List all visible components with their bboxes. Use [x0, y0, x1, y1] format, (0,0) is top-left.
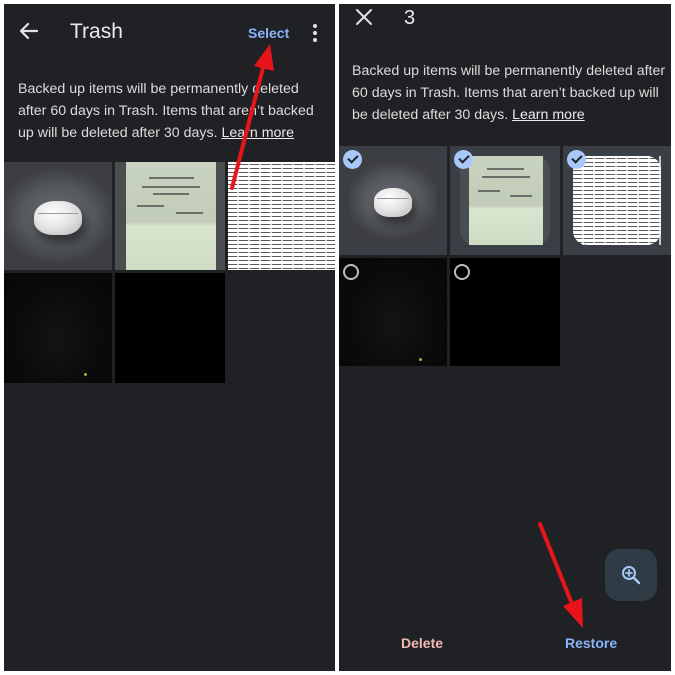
restore-button[interactable]: Restore	[565, 635, 617, 651]
delete-button[interactable]: Delete	[401, 635, 443, 651]
photo-tile-text-document[interactable]	[228, 162, 335, 270]
selected-count: 3	[404, 7, 416, 29]
selection-header: 3	[339, 4, 671, 46]
page-title: Trash	[70, 20, 123, 43]
trash-selection-screen: 3 Backed up items will be permanently de…	[339, 4, 671, 671]
zoom-button[interactable]	[605, 549, 657, 601]
back-button[interactable]	[16, 18, 42, 44]
unselected-circle-icon[interactable]	[454, 264, 470, 280]
comparison-frame: Trash Select Backed up items will be per…	[0, 0, 675, 675]
learn-more-link[interactable]: Learn more	[512, 107, 585, 123]
learn-more-link[interactable]: Learn more	[222, 125, 295, 141]
selected-check-icon[interactable]	[343, 150, 362, 169]
photo-tile-earbuds[interactable]	[339, 146, 447, 255]
close-button[interactable]	[353, 6, 375, 28]
earbuds-photo	[4, 162, 112, 270]
photo-tile-dark[interactable]	[339, 258, 447, 366]
trash-info-text: Backed up items will be permanently dele…	[352, 63, 666, 123]
close-icon	[356, 9, 372, 25]
dark-photo	[4, 273, 112, 383]
paper-photo	[460, 156, 550, 245]
select-button[interactable]: Select	[248, 25, 289, 41]
photo-tile-text-document[interactable]	[563, 146, 671, 255]
text-document-photo	[573, 156, 661, 245]
more-options-button[interactable]	[307, 22, 323, 44]
text-document-photo	[228, 162, 335, 270]
selected-check-icon[interactable]	[567, 150, 586, 169]
arrow-left-icon	[19, 22, 39, 40]
photo-tile-black[interactable]	[115, 273, 225, 383]
paper-photo	[115, 162, 225, 270]
trash-info: Backed up items will be permanently dele…	[352, 60, 666, 126]
trash-screen: Trash Select Backed up items will be per…	[4, 4, 335, 671]
photo-tile-black[interactable]	[450, 258, 560, 366]
more-vertical-icon	[313, 24, 317, 28]
selected-check-icon[interactable]	[454, 150, 473, 169]
photo-tile-earbuds[interactable]	[4, 162, 112, 270]
photo-tile-paper[interactable]	[450, 146, 560, 255]
photo-tile-paper[interactable]	[115, 162, 225, 270]
earbuds-photo	[349, 156, 437, 245]
trash-info: Backed up items will be permanently dele…	[18, 78, 328, 144]
photo-tile-dark[interactable]	[4, 273, 112, 383]
black-photo	[115, 273, 225, 383]
zoom-in-icon	[622, 566, 641, 585]
unselected-circle-icon[interactable]	[343, 264, 359, 280]
